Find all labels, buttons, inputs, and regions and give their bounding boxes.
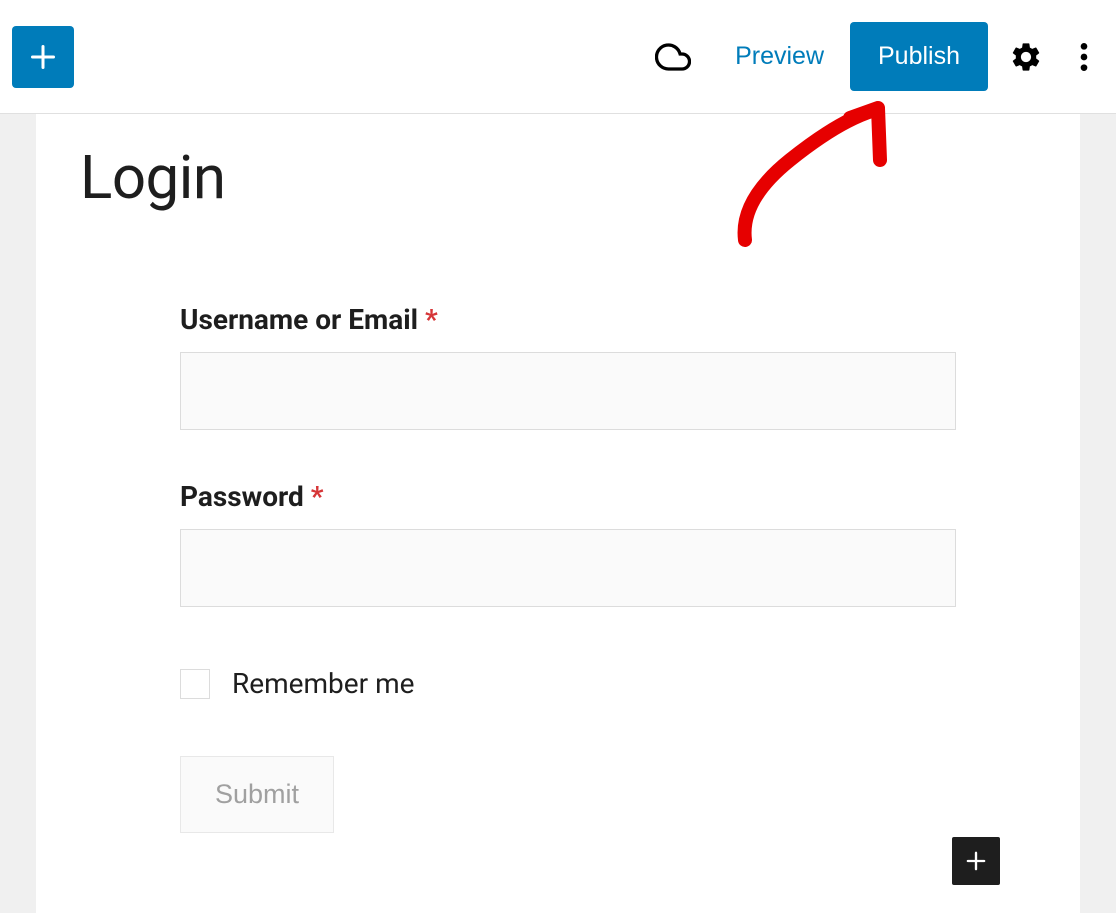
toolbar-right: Preview Publish — [649, 22, 1104, 91]
page-content: Login Username or Email * Password * Rem… — [36, 114, 1080, 913]
username-label-text: Username or Email — [180, 303, 418, 336]
login-form: Username or Email * Password * Remember … — [80, 303, 1036, 833]
plus-icon — [25, 39, 61, 75]
password-label: Password * — [180, 480, 956, 513]
cloud-icon — [655, 39, 691, 75]
password-input[interactable] — [180, 529, 956, 607]
save-status-icon[interactable] — [649, 33, 697, 81]
plus-icon — [962, 847, 990, 875]
required-asterisk: * — [311, 480, 324, 513]
preview-button[interactable]: Preview — [717, 30, 842, 83]
publish-button[interactable]: Publish — [850, 22, 988, 91]
username-label: Username or Email * — [180, 303, 956, 336]
gear-icon — [1009, 40, 1043, 74]
editor-toolbar: Preview Publish — [0, 0, 1116, 114]
page-title[interactable]: Login — [80, 142, 1036, 213]
settings-button[interactable] — [996, 27, 1056, 87]
password-label-text: Password — [180, 480, 304, 513]
more-vertical-icon — [1080, 40, 1088, 74]
toolbar-left — [12, 26, 74, 88]
username-input[interactable] — [180, 352, 956, 430]
editor-canvas: Login Username or Email * Password * Rem… — [0, 114, 1116, 913]
remember-me-label: Remember me — [232, 667, 414, 700]
add-block-inline-button[interactable] — [952, 837, 1000, 885]
required-asterisk: * — [425, 303, 438, 336]
remember-me-row: Remember me — [180, 667, 956, 700]
more-options-button[interactable] — [1064, 27, 1104, 87]
add-block-button[interactable] — [12, 26, 74, 88]
remember-me-checkbox[interactable] — [180, 669, 210, 699]
submit-button[interactable]: Submit — [180, 756, 334, 833]
